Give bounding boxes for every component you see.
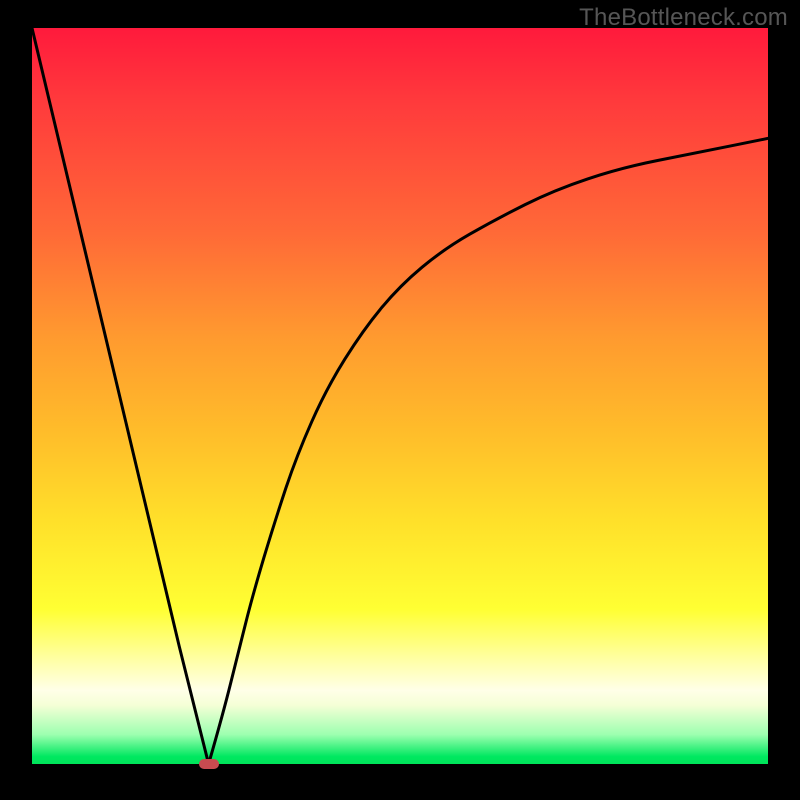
chart-frame: TheBottleneck.com: [0, 0, 800, 800]
watermark-label: TheBottleneck.com: [579, 4, 788, 32]
minimum-marker: [199, 759, 219, 769]
curve-right-line: [209, 138, 768, 764]
plot-svg: [32, 28, 768, 764]
curve-left-line: [32, 28, 209, 764]
